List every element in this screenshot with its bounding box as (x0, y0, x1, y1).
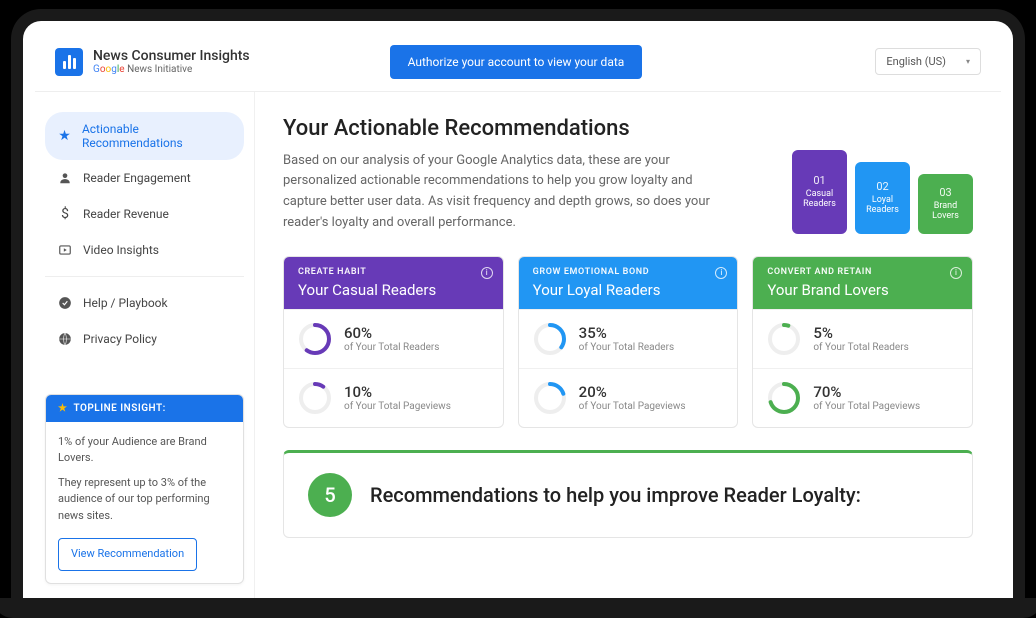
page-description: Based on our analysis of your Google Ana… (283, 151, 713, 234)
card-category: CREATE HABIT (298, 267, 489, 277)
recommendation-count-badge: 5 (308, 473, 352, 517)
globe-icon (57, 331, 73, 347)
stat-label: of Your Total Readers (813, 342, 908, 353)
progress-ring-icon (298, 322, 332, 356)
star-icon: ★ (58, 403, 67, 414)
card-title: Your Brand Lovers (767, 281, 958, 299)
stat-label: of Your Total Readers (579, 342, 674, 353)
insight-text-2: They represent up to 3% of the audience … (58, 475, 231, 525)
tile-casual-readers[interactable]: 01Casual Readers (792, 150, 847, 234)
nav-label: Reader Engagement (83, 171, 191, 185)
progress-ring-icon (767, 322, 801, 356)
recommendations-section: 5 Recommendations to help you improve Re… (283, 450, 973, 538)
stat-value: 60% (344, 324, 439, 342)
main-content: Your Actionable Recommendations Based on… (255, 92, 1001, 598)
card-title: Your Casual Readers (298, 281, 489, 299)
page-title: Your Actionable Recommendations (283, 116, 762, 141)
segment-card: CREATE HABITYour Casual Readersi60%of Yo… (283, 256, 504, 428)
card-title: Your Loyal Readers (533, 281, 724, 299)
nav-reader-revenue[interactable]: $ Reader Revenue (45, 196, 244, 232)
nav-privacy-policy[interactable]: Privacy Policy (45, 321, 244, 357)
progress-ring-icon (767, 381, 801, 415)
nav-video-insights[interactable]: Video Insights (45, 232, 244, 268)
play-icon (57, 242, 73, 258)
stat-value: 10% (344, 383, 451, 401)
segment-cards: CREATE HABITYour Casual Readersi60%of Yo… (283, 256, 973, 428)
card-category: CONVERT AND RETAIN (767, 267, 958, 277)
nav-actionable-recommendations[interactable]: ★ Actionable Recommendations (45, 112, 244, 160)
progress-ring-icon (533, 381, 567, 415)
tile-loyal-readers[interactable]: 02Loyal Readers (855, 162, 910, 234)
stat-row: 35%of Your Total Readers (519, 309, 738, 368)
stat-row: 5%of Your Total Readers (753, 309, 972, 368)
progress-ring-icon (298, 381, 332, 415)
view-recommendation-button[interactable]: View Recommendation (58, 538, 197, 571)
segment-card: CONVERT AND RETAINYour Brand Loversi5%of… (752, 256, 973, 428)
nav-label: Video Insights (83, 243, 159, 257)
stat-label: of Your Total Pageviews (813, 401, 920, 412)
nav-label: Help / Playbook (83, 296, 168, 310)
info-icon[interactable]: i (481, 267, 493, 279)
stat-row: 70%of Your Total Pageviews (753, 368, 972, 427)
nav-divider (45, 276, 244, 277)
stat-row: 20%of Your Total Pageviews (519, 368, 738, 427)
authorize-button[interactable]: Authorize your account to view your data (390, 45, 643, 79)
stat-row: 60%of Your Total Readers (284, 309, 503, 368)
recommendations-title: Recommendations to help you improve Read… (370, 482, 861, 508)
star-icon: ★ (57, 128, 72, 144)
stat-label: of Your Total Readers (344, 342, 439, 353)
nav-label: Reader Revenue (83, 207, 169, 221)
stat-value: 5% (813, 324, 908, 342)
insight-text-1: 1% of your Audience are Brand Lovers. (58, 434, 231, 467)
stat-value: 20% (579, 383, 686, 401)
person-icon (57, 170, 73, 186)
brand-title: News Consumer Insights (93, 48, 250, 64)
stat-row: 10%of Your Total Pageviews (284, 368, 503, 427)
stat-value: 35% (579, 324, 674, 342)
brand-subtitle: Google News Initiative (93, 64, 250, 75)
dollar-icon: $ (57, 206, 73, 222)
check-circle-icon (57, 295, 73, 311)
stat-label: of Your Total Pageviews (344, 401, 451, 412)
segment-card: GROW EMOTIONAL BOND Your Loyal Readers i 35… (518, 256, 739, 428)
language-selector[interactable]: English (US) (875, 48, 981, 75)
nav-help-playbook[interactable]: Help / Playbook (45, 285, 244, 321)
nav-label: Actionable Recommendations (82, 122, 232, 150)
logo-icon (55, 48, 83, 76)
nav-reader-engagement[interactable]: Reader Engagement (45, 160, 244, 196)
app-header: News Consumer Insights Google News Initi… (35, 33, 1001, 92)
progress-ring-icon (533, 322, 567, 356)
sidebar: ★ Actionable Recommendations Reader Enga… (35, 92, 255, 598)
stat-value: 70% (813, 383, 920, 401)
card-category: GROW EMOTIONAL BOND (533, 267, 724, 277)
stat-label: of Your Total Pageviews (579, 401, 686, 412)
nav-label: Privacy Policy (83, 332, 157, 346)
info-icon[interactable]: i (715, 267, 727, 279)
insight-heading: ★ TOPLINE INSIGHT: (46, 395, 243, 422)
segment-tiles: 01Casual Readers 02Loyal Readers 03Brand… (792, 116, 973, 234)
topline-insight-card: ★ TOPLINE INSIGHT: 1% of your Audience a… (45, 394, 244, 584)
info-icon[interactable]: i (950, 267, 962, 279)
tile-brand-lovers[interactable]: 03Brand Lovers (918, 174, 973, 234)
brand: News Consumer Insights Google News Initi… (93, 48, 250, 75)
